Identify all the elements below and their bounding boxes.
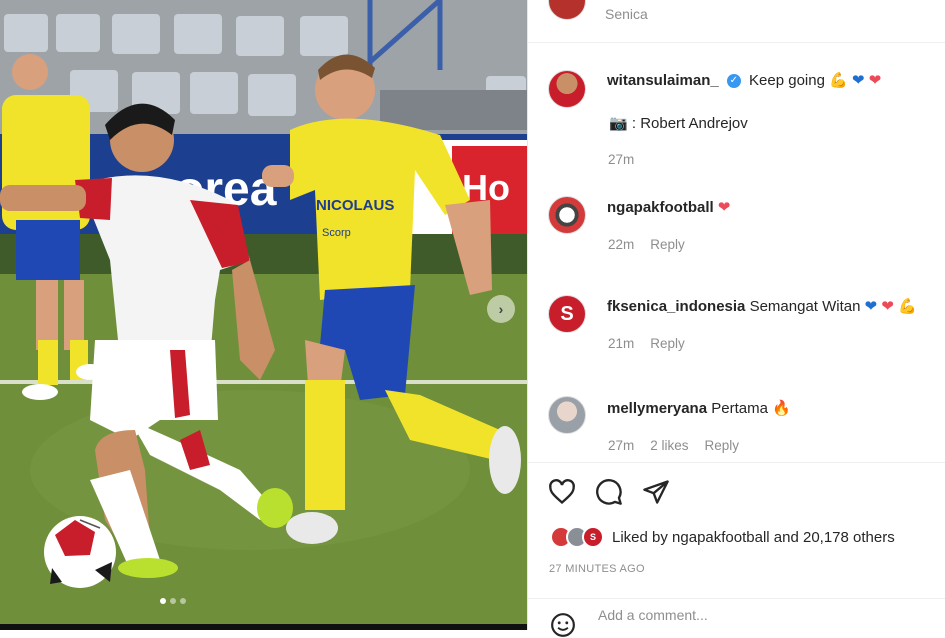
carousel-next-button[interactable]: › <box>487 295 515 323</box>
comment-username[interactable]: mellymeryana <box>607 400 707 417</box>
add-comment-input[interactable] <box>596 606 900 624</box>
carousel-dots <box>160 598 186 604</box>
chevron-right-icon: › <box>498 301 504 317</box>
author-avatar[interactable] <box>548 0 586 20</box>
verified-icon: ✓ <box>726 74 741 89</box>
comment-text: Semangat Witan <box>749 298 861 315</box>
caption-credit: : Robert Andrejov <box>631 115 748 132</box>
comment-time[interactable]: 27m <box>608 438 634 453</box>
flexed-biceps-emoji: 💪 <box>898 298 917 315</box>
red-heart-emoji: ❤ <box>717 199 731 216</box>
reply-button[interactable]: Reply <box>705 438 740 453</box>
post-timestamp[interactable]: 27 MINUTES AGO <box>549 563 645 575</box>
red-heart-emoji: ❤ <box>881 298 894 315</box>
comment-meta: 22m Reply <box>608 237 685 252</box>
carousel-dot <box>180 598 186 604</box>
comment-line: fksenica_indonesia Semangat Witan ❤ ❤ 💪 <box>607 297 917 315</box>
comment-meta: 27m 2 likes Reply <box>608 438 739 453</box>
comment-username[interactable]: ngapakfootball <box>607 199 714 216</box>
camera-icon: 📷 <box>609 115 628 132</box>
post-header: Senica <box>528 0 945 43</box>
liked-by-row: S Liked by ngapakfootball and 20,178 oth… <box>550 526 895 548</box>
red-heart-emoji: ❤ <box>868 72 882 89</box>
caption-time[interactable]: 27m <box>608 152 634 167</box>
caption-meta: 27m <box>608 152 634 167</box>
blue-heart-emoji: ❤ <box>864 298 878 315</box>
heart-icon[interactable] <box>548 478 576 506</box>
emoji-icon[interactable] <box>550 612 576 638</box>
comment-line: ngapakfootball ❤ <box>607 198 730 216</box>
photo-bottom-edge <box>0 624 527 630</box>
carousel-dot <box>170 598 176 604</box>
post-side-panel: Senica witansulaiman_ ✓ Keep going 💪 ❤ ❤… <box>527 0 945 637</box>
flexed-biceps-emoji: 💪 <box>829 72 848 89</box>
post-location[interactable]: Senica <box>605 6 648 22</box>
comment-text: Pertama <box>711 400 768 417</box>
carousel-dot <box>160 598 166 604</box>
caption-line: witansulaiman_ ✓ Keep going 💪 ❤ ❤ <box>607 71 881 89</box>
post-photo[interactable]: orea Ho NICOLAUS Scorp › <box>0 0 527 630</box>
blue-heart-emoji: ❤ <box>851 72 865 89</box>
fire-emoji: 🔥 <box>772 400 791 417</box>
share-icon[interactable] <box>642 478 670 506</box>
reply-button[interactable]: Reply <box>650 336 685 351</box>
comment-username[interactable]: fksenica_indonesia <box>607 298 745 315</box>
football-photo: orea Ho NICOLAUS Scorp <box>0 0 527 630</box>
liker-avatar[interactable]: S <box>582 526 604 548</box>
action-divider <box>528 462 945 464</box>
caption-credit-line: 📷 : Robert Andrejov <box>609 114 748 132</box>
liked-by-text[interactable]: Liked by ngapakfootball and 20,178 other… <box>612 529 895 546</box>
comment-time[interactable]: 21m <box>608 336 634 351</box>
comment-icon[interactable] <box>595 478 623 506</box>
comment-time[interactable]: 22m <box>608 237 634 252</box>
comment-avatar[interactable] <box>548 196 586 234</box>
caption-avatar[interactable] <box>548 70 586 108</box>
reply-button[interactable]: Reply <box>650 237 685 252</box>
comment-likes[interactable]: 2 likes <box>650 438 688 453</box>
comment-avatar[interactable]: S <box>548 295 586 333</box>
comment-avatar[interactable] <box>548 396 586 434</box>
caption-username[interactable]: witansulaiman_ <box>607 72 719 89</box>
caption-text: Keep going <box>749 72 825 89</box>
svg-text:NICOLAUS: NICOLAUS <box>316 197 394 214</box>
comment-line: mellymeryana Pertama 🔥 <box>607 399 791 417</box>
comment-meta: 21m Reply <box>608 336 685 351</box>
svg-text:Scorp: Scorp <box>322 227 351 239</box>
